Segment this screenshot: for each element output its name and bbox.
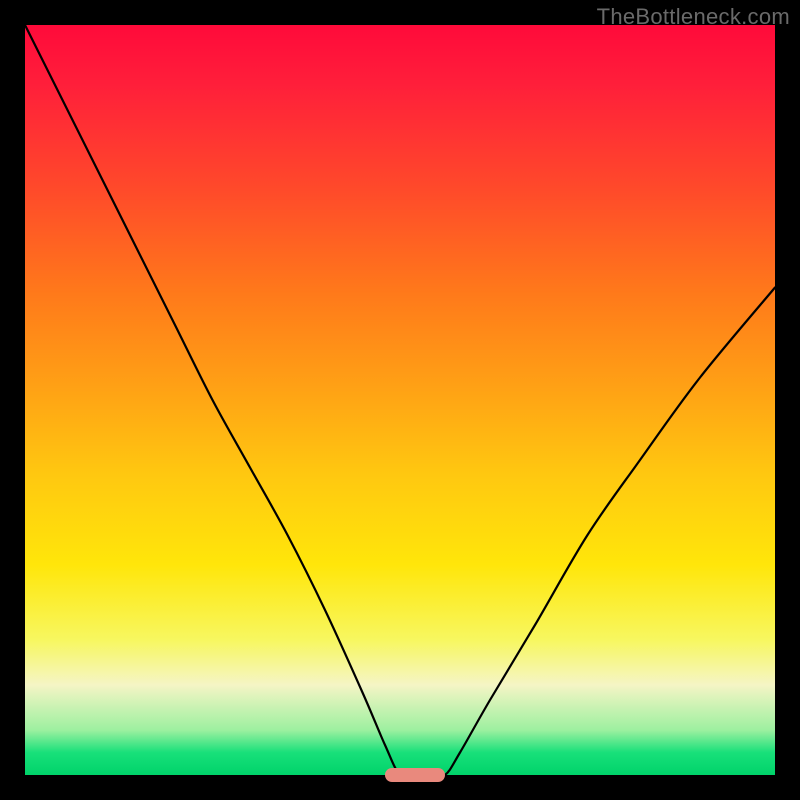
curve-svg (25, 25, 775, 775)
watermark-text: TheBottleneck.com (597, 4, 790, 30)
bottleneck-curve (25, 25, 775, 777)
chart-container: TheBottleneck.com (0, 0, 800, 800)
optimal-range-marker (385, 768, 445, 782)
plot-area (25, 25, 775, 775)
